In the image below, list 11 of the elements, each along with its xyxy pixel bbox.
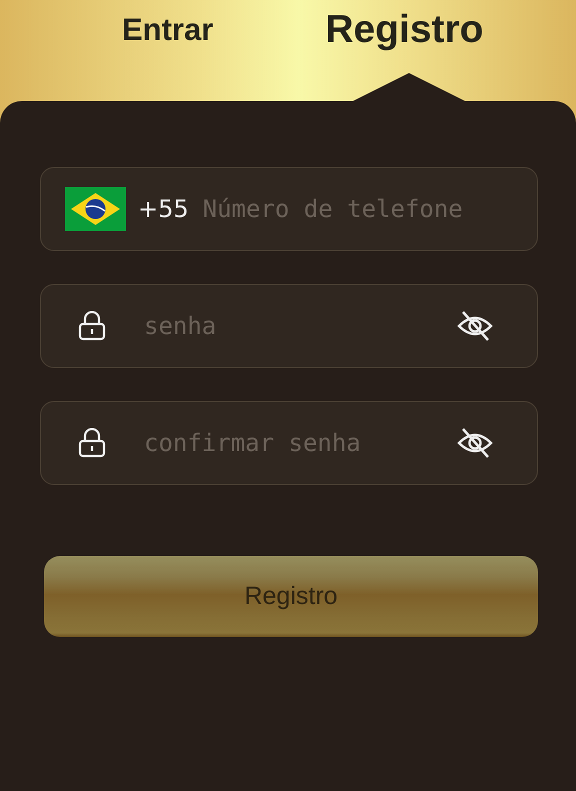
flag-icon	[65, 187, 126, 231]
tab[interactable]: Registro	[313, 8, 496, 52]
eye-off-icon[interactable]	[457, 427, 493, 459]
password-input[interactable]: confirmar senha	[142, 428, 457, 458]
phone-input[interactable]: Número de telefone	[200, 194, 515, 224]
lock-icon	[78, 428, 106, 458]
eye-off-icon[interactable]	[457, 310, 493, 342]
password-input[interactable]: senha	[142, 311, 457, 341]
lock-icon	[78, 311, 106, 341]
tab[interactable]: Entrar	[110, 12, 226, 48]
country-code: +55	[138, 195, 189, 223]
